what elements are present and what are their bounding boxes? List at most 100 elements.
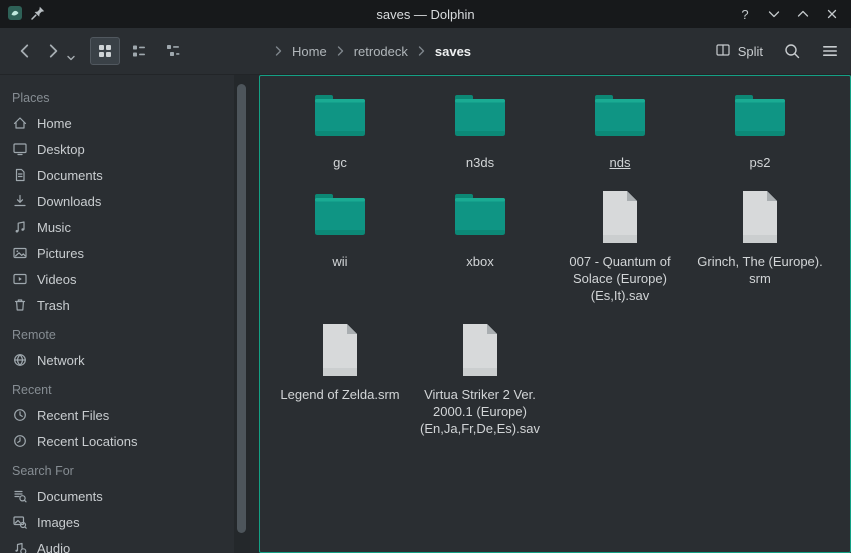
- videos-icon: [12, 271, 28, 287]
- close-button[interactable]: [823, 5, 841, 23]
- sidebar-item-images[interactable]: Images: [0, 509, 234, 535]
- titlebar: saves — Dolphin ?: [0, 0, 851, 28]
- toolbar: Home retrodeck saves Split: [0, 28, 851, 75]
- sidebar-item-label: Recent Locations: [37, 434, 137, 449]
- folder-icon: [728, 86, 792, 150]
- chevron-right-icon: [417, 45, 426, 57]
- folder-icon: [448, 86, 512, 150]
- home-icon: [12, 115, 28, 131]
- split-icon: [715, 42, 731, 61]
- recent-locations-icon: [12, 433, 28, 449]
- sidebar-item-recent-files[interactable]: Recent Files: [0, 402, 234, 428]
- folder-item-xbox[interactable]: xbox: [410, 185, 550, 270]
- folder-view[interactable]: gc n3ds nds ps2 wii xbox 007 - Quantum of Sola…: [259, 75, 851, 553]
- sidebar-item-desktop[interactable]: Desktop: [0, 136, 234, 162]
- pictures-icon: [12, 245, 28, 261]
- file-item-007-quantum-of-solace-europe-es-it-sav[interactable]: 007 - Quantum of Solace (Europe) (Es,It)…: [550, 185, 690, 304]
- navigation-buttons: [12, 36, 76, 66]
- details-view-button[interactable]: [124, 37, 154, 65]
- item-label: Virtua Striker 2 Ver.​ 2000.​1 (Europe) …: [417, 386, 543, 437]
- icons-view-button[interactable]: [90, 37, 120, 65]
- back-button[interactable]: [12, 36, 38, 66]
- folder-item-nds[interactable]: nds: [550, 86, 690, 171]
- search-icon[interactable]: [783, 42, 801, 60]
- folder-icon: [588, 86, 652, 150]
- search-audio-icon: [12, 540, 28, 553]
- maximize-button[interactable]: [794, 5, 812, 23]
- split-button[interactable]: Split: [715, 42, 763, 61]
- folder-item-n3ds[interactable]: n3ds: [410, 86, 550, 171]
- sidebar-item-trash[interactable]: Trash: [0, 292, 234, 318]
- window-controls: ?: [736, 0, 841, 28]
- file-item-legend-of-zelda-srm[interactable]: Legend of Zelda.​srm: [270, 318, 410, 403]
- sidebar-item-network[interactable]: Network: [0, 347, 234, 373]
- item-label: wii: [332, 253, 347, 270]
- network-icon: [12, 352, 28, 368]
- recent-files-icon: [12, 407, 28, 423]
- sidebar-item-label: Documents: [37, 168, 103, 183]
- minimize-button[interactable]: [765, 5, 783, 23]
- desktop-icon: [12, 141, 28, 157]
- dolphin-window: saves — Dolphin ? Home retrodeck saves Spl…: [0, 0, 851, 553]
- sidebar-item-label: Music: [37, 220, 71, 235]
- documents-icon: [12, 167, 28, 183]
- sidebar-scrollbar-thumb[interactable]: [237, 84, 246, 533]
- file-icon: [308, 318, 372, 382]
- file-icon: [588, 185, 652, 249]
- places-panel: PlacesHomeDesktopDocumentsDownloadsMusic…: [0, 75, 234, 553]
- item-label: ps2: [750, 154, 771, 171]
- breadcrumb-item-retrodeck[interactable]: retrodeck: [354, 44, 408, 59]
- folder-icon: [308, 185, 372, 249]
- history-dropdown-chevron-icon[interactable]: [66, 39, 76, 63]
- sidebar-item-label: Audio: [37, 541, 70, 553]
- hamburger-menu-icon[interactable]: [821, 42, 839, 60]
- help-button[interactable]: ?: [736, 5, 754, 23]
- window-body: PlacesHomeDesktopDocumentsDownloadsMusic…: [0, 75, 851, 553]
- folder-item-ps2[interactable]: ps2: [690, 86, 830, 171]
- item-label: Grinch, The (Europe).​srm: [697, 253, 823, 287]
- file-icon: [448, 318, 512, 382]
- sidebar-item-audio[interactable]: Audio: [0, 535, 234, 553]
- toolbar-right: Split: [715, 42, 839, 61]
- sidebar-item-label: Videos: [37, 272, 77, 287]
- breadcrumb: Home retrodeck saves: [274, 44, 471, 59]
- sidebar-item-recent-locations[interactable]: Recent Locations: [0, 428, 234, 454]
- forward-button[interactable]: [40, 36, 66, 66]
- sidebar-item-pictures[interactable]: Pictures: [0, 240, 234, 266]
- sidebar-item-label: Recent Files: [37, 408, 109, 423]
- music-icon: [12, 219, 28, 235]
- panel-divider: [250, 75, 259, 553]
- split-label: Split: [738, 44, 763, 59]
- sidebar-item-music[interactable]: Music: [0, 214, 234, 240]
- folder-item-wii[interactable]: wii: [270, 185, 410, 270]
- pin-icon[interactable]: [30, 5, 46, 24]
- sidebar-item-videos[interactable]: Videos: [0, 266, 234, 292]
- item-label: nds: [610, 154, 631, 171]
- item-label: gc: [333, 154, 347, 171]
- sidebar-item-documents[interactable]: Documents: [0, 483, 234, 509]
- sidebar-item-label: Images: [37, 515, 80, 530]
- trash-icon: [12, 297, 28, 313]
- file-item-virtua-striker-2-ver-2000-1-europe-en-ja-fr-de-es-sav[interactable]: Virtua Striker 2 Ver.​ 2000.​1 (Europe) …: [410, 318, 550, 437]
- sidebar-item-documents[interactable]: Documents: [0, 162, 234, 188]
- tree-view-button[interactable]: [158, 37, 188, 65]
- sidebar-item-label: Home: [37, 116, 72, 131]
- breadcrumb-item-saves[interactable]: saves: [435, 44, 471, 59]
- sidebar-item-downloads[interactable]: Downloads: [0, 188, 234, 214]
- sidebar-item-label: Desktop: [37, 142, 85, 157]
- window-title: saves — Dolphin: [0, 7, 851, 22]
- breadcrumb-item-home[interactable]: Home: [292, 44, 327, 59]
- folder-icon: [448, 185, 512, 249]
- item-label: xbox: [466, 253, 493, 270]
- file-grid: gc n3ds nds ps2 wii xbox 007 - Quantum of Sola…: [260, 76, 850, 437]
- sidebar-section-search-for: Search For: [0, 454, 234, 483]
- sidebar-item-label: Downloads: [37, 194, 101, 209]
- file-icon: [728, 185, 792, 249]
- file-item-grinch-the-europe-srm[interactable]: Grinch, The (Europe).​srm: [690, 185, 830, 287]
- folder-item-gc[interactable]: gc: [270, 86, 410, 171]
- item-label: n3ds: [466, 154, 494, 171]
- sidebar-item-home[interactable]: Home: [0, 110, 234, 136]
- search-documents-icon: [12, 488, 28, 504]
- breadcrumb-root-chevron-icon[interactable]: [274, 45, 283, 57]
- sidebar-scrollbar: [234, 75, 250, 553]
